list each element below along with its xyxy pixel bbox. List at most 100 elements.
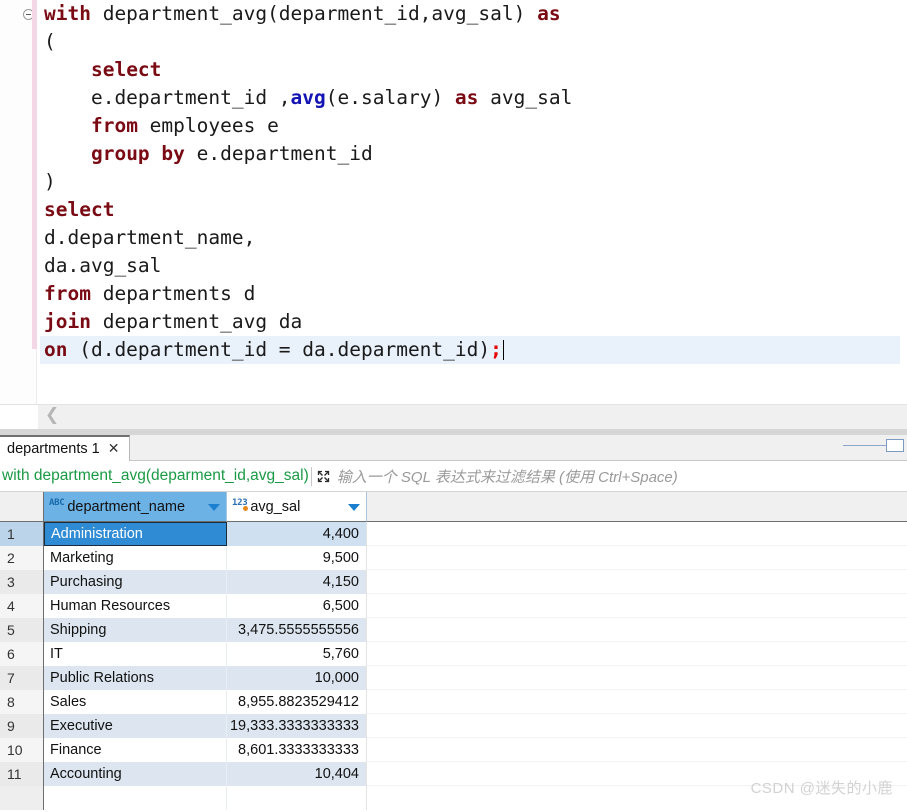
cell-avg-sal[interactable]: [227, 786, 367, 810]
row-filler: [367, 690, 907, 714]
code-line: da.avg_sal: [44, 254, 162, 277]
row-filler: [367, 642, 907, 666]
row-number-cell[interactable]: 10: [0, 738, 44, 762]
grid-header-filler: [367, 492, 907, 522]
cell-department-name[interactable]: Executive: [44, 714, 227, 738]
row-number-cell[interactable]: 8: [0, 690, 44, 714]
cell-department-name[interactable]: Sales: [44, 690, 227, 714]
grid-body[interactable]: 1 Administration 4,400 2 Marketing 9,500 3 Purc…: [0, 522, 907, 810]
result-grid[interactable]: ABC department_name 123 avg_sal 1 Adminis…: [0, 492, 907, 812]
filter-placeholder-text: 输入一个 SQL 表达式来过滤结果 (使用 Ctrl+Space): [336, 468, 678, 486]
sql-editor[interactable]: with department_avg(deparment_id,avg_sal…: [0, 0, 907, 404]
cell-department-name[interactable]: Human Resources: [44, 594, 227, 618]
code-line: group by e.department_id: [90, 142, 373, 165]
table-row[interactable]: 6 IT 5,760: [0, 642, 907, 666]
cell-department-name[interactable]: Marketing: [44, 546, 227, 570]
code-line: select: [44, 198, 115, 221]
table-row[interactable]: 3 Purchasing 4,150: [0, 570, 907, 594]
row-number-cell[interactable]: 1: [0, 522, 44, 546]
cell-department-name[interactable]: Purchasing: [44, 570, 227, 594]
filter-caret-icon[interactable]: [348, 504, 360, 511]
filter-divider: [310, 466, 312, 486]
code-line: select: [90, 58, 162, 81]
row-filler: [367, 786, 907, 810]
row-filler: [367, 570, 907, 594]
code-line: (: [44, 30, 56, 53]
sql-client-window: with department_avg(deparment_id,avg_sal…: [0, 0, 907, 812]
tab-label: departments 1: [7, 441, 100, 457]
column-header-department-name[interactable]: ABC department_name: [44, 492, 227, 522]
table-row[interactable]: 8 Sales 8,955.8823529412: [0, 690, 907, 714]
table-row[interactable]: 11 Accounting 10,404: [0, 762, 907, 786]
maximize-panel-icon[interactable]: [843, 439, 904, 452]
code-line: ): [44, 170, 56, 193]
cell-avg-sal[interactable]: 3,475.5555555556: [227, 618, 367, 642]
row-filler: [367, 738, 907, 762]
sql-code-text[interactable]: with department_avg(deparment_id,avg_sal…: [40, 0, 900, 364]
text-caret: [502, 340, 504, 360]
table-row[interactable]: 1 Administration 4,400: [0, 522, 907, 546]
table-row[interactable]: 9 Executive 19,333.3333333333: [0, 714, 907, 738]
cell-avg-sal[interactable]: 9,500: [227, 546, 367, 570]
cell-department-name[interactable]: Finance: [44, 738, 227, 762]
expand-arrows-icon[interactable]: [315, 468, 332, 485]
row-number-cell[interactable]: 7: [0, 666, 44, 690]
code-line: from departments d: [44, 282, 256, 305]
column-header-label: department_name: [67, 498, 186, 515]
cell-avg-sal[interactable]: 10,404: [227, 762, 367, 786]
table-row[interactable]: 7 Public Relations 10,000: [0, 666, 907, 690]
result-filter-bar[interactable]: with department_avg(deparment_id,avg_sal…: [0, 461, 907, 492]
cell-avg-sal[interactable]: 4,150: [227, 570, 367, 594]
table-row[interactable]: 5 Shipping 3,475.5555555556: [0, 618, 907, 642]
row-number-cell[interactable]: 11: [0, 762, 44, 786]
cell-department-name[interactable]: Public Relations: [44, 666, 227, 690]
row-number-cell[interactable]: 4: [0, 594, 44, 618]
grid-empty-row[interactable]: [0, 786, 907, 810]
row-filler: [367, 618, 907, 642]
cell-department-name[interactable]: IT: [44, 642, 227, 666]
cell-department-name[interactable]: Shipping: [44, 618, 227, 642]
cell-department-name[interactable]: Accounting: [44, 762, 227, 786]
abc-type-icon: ABC: [49, 497, 65, 508]
cell-avg-sal[interactable]: 5,760: [227, 642, 367, 666]
filter-sql-text: with department_avg(deparment_id,avg_sal…: [2, 467, 309, 484]
cell-avg-sal[interactable]: 6,500: [227, 594, 367, 618]
code-line: join department_avg da: [44, 310, 303, 333]
row-filler: [367, 762, 907, 786]
close-icon[interactable]: ✕: [108, 442, 120, 456]
code-line: e.department_id ,avg(e.salary) as avg_sa…: [44, 86, 573, 109]
row-filler: [367, 666, 907, 690]
tab-departments-1[interactable]: departments 1 ✕: [0, 435, 131, 461]
filter-caret-icon[interactable]: [208, 504, 220, 511]
number-type-icon: 123: [232, 497, 249, 511]
cell-department-name[interactable]: [44, 786, 227, 810]
row-number-cell[interactable]: [0, 786, 44, 810]
table-row[interactable]: 4 Human Resources 6,500: [0, 594, 907, 618]
row-number-cell[interactable]: 3: [0, 570, 44, 594]
cell-avg-sal[interactable]: 10,000: [227, 666, 367, 690]
editor-footer-corner: [0, 405, 38, 429]
row-filler: [367, 714, 907, 738]
row-number-cell[interactable]: 5: [0, 618, 44, 642]
code-line: from employees e: [90, 114, 279, 137]
row-number-cell[interactable]: 9: [0, 714, 44, 738]
cell-avg-sal[interactable]: 8,601.3333333333: [227, 738, 367, 762]
table-row[interactable]: 10 Finance 8,601.3333333333: [0, 738, 907, 762]
code-line: with department_avg(deparment_id,avg_sal…: [44, 2, 561, 25]
results-tab-bar: departments 1 ✕: [0, 435, 907, 461]
table-row[interactable]: 2 Marketing 9,500: [0, 546, 907, 570]
cell-avg-sal[interactable]: 4,400: [227, 522, 367, 546]
column-header-label: avg_sal: [250, 498, 301, 515]
cell-avg-sal[interactable]: 19,333.3333333333: [227, 714, 367, 738]
row-filler: [367, 522, 907, 546]
row-number-cell[interactable]: 2: [0, 546, 44, 570]
cell-department-name[interactable]: Administration: [44, 522, 227, 546]
column-header-avg-sal[interactable]: 123 avg_sal: [227, 492, 367, 522]
change-indicator-bar: [32, 0, 37, 349]
row-number-cell[interactable]: 6: [0, 642, 44, 666]
cell-avg-sal[interactable]: 8,955.8823529412: [227, 690, 367, 714]
grid-corner-cell[interactable]: [0, 492, 44, 522]
row-filler: [367, 594, 907, 618]
editor-footer: ❮: [0, 404, 907, 435]
code-line: d.department_name,: [44, 226, 256, 249]
